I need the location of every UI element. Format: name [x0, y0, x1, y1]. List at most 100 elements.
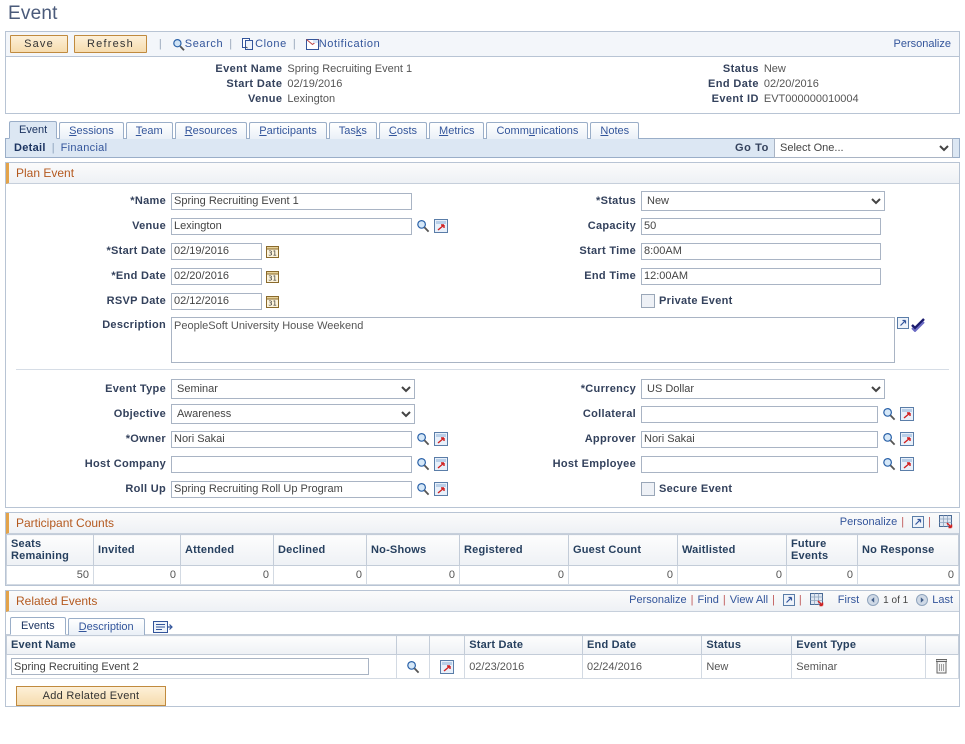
secure-event-checkbox[interactable]	[641, 482, 655, 496]
clone-link[interactable]: Clone	[255, 38, 287, 50]
tab-metrics[interactable]: Metrics	[429, 122, 484, 139]
related-events-expand-icon[interactable]	[783, 594, 795, 606]
pager-last-link[interactable]: Last	[932, 594, 953, 606]
end-time-input[interactable]	[641, 268, 881, 285]
related-event-lookup-icon[interactable]	[406, 660, 420, 674]
col-seats-remaining[interactable]: Seats Remaining	[7, 535, 94, 566]
related-event-name-input[interactable]	[11, 658, 369, 675]
col-invited[interactable]: Invited	[94, 535, 181, 566]
col-registered[interactable]: Registered	[460, 535, 569, 566]
start-date-input[interactable]	[171, 243, 262, 260]
collateral-lookup-icon[interactable]	[882, 407, 896, 421]
subtab-detail[interactable]: Detail	[14, 142, 46, 154]
tab-resources[interactable]: Resources	[175, 122, 248, 139]
goto-select[interactable]: Select One...	[774, 138, 953, 158]
roll-up-input[interactable]	[171, 481, 412, 498]
related-tab-events[interactable]: Events	[10, 617, 66, 635]
related-events-view-all-link[interactable]: View All	[730, 594, 768, 606]
search-icon[interactable]	[172, 38, 185, 51]
end-date-input[interactable]	[171, 268, 262, 285]
col-event-type[interactable]: Event Type	[792, 636, 925, 655]
col-attended[interactable]: Attended	[181, 535, 274, 566]
related-tab-description[interactable]: Description	[68, 618, 145, 635]
pager-first-link[interactable]: First	[838, 594, 859, 606]
search-link[interactable]: Search	[185, 38, 223, 50]
col-waitlisted[interactable]: Waitlisted	[678, 535, 787, 566]
venue-lookup-icon[interactable]	[416, 219, 430, 233]
subtab-financial[interactable]: Financial	[61, 142, 108, 154]
col-event-name[interactable]: Event Name	[7, 636, 397, 655]
col-status[interactable]: Status	[702, 636, 792, 655]
add-related-event-button[interactable]: Add Related Event	[16, 686, 166, 706]
refresh-button[interactable]: Refresh	[74, 35, 147, 53]
owner-lookup-icon[interactable]	[416, 432, 430, 446]
roll-up-lookup-icon[interactable]	[416, 482, 430, 496]
tab-team[interactable]: Team	[126, 122, 173, 139]
approver-new-window-icon[interactable]	[900, 432, 914, 446]
summary-left-column: Event Name Spring Recruiting Event 1 Sta…	[6, 62, 483, 107]
notification-link[interactable]: Notification	[319, 38, 381, 50]
status-select[interactable]: New	[641, 191, 885, 211]
venue-input[interactable]	[171, 218, 412, 235]
name-input[interactable]	[171, 193, 412, 210]
start-date-calendar-icon[interactable]: 31	[266, 245, 279, 258]
summary-row: Venue Lexington	[6, 92, 483, 107]
host-company-lookup-icon[interactable]	[416, 457, 430, 471]
approver-input[interactable]	[641, 431, 878, 448]
pager-next-icon[interactable]	[916, 594, 928, 606]
host-employee-lookup-icon[interactable]	[882, 457, 896, 471]
capacity-input[interactable]	[641, 218, 881, 235]
rsvp-date-calendar-icon[interactable]: 31	[266, 295, 279, 308]
show-all-columns-icon[interactable]	[153, 621, 173, 634]
tab-tasks[interactable]: Tasks	[329, 122, 377, 139]
clone-icon[interactable]	[242, 38, 255, 51]
tab-sessions[interactable]: Sessions	[59, 122, 124, 139]
description-textarea[interactable]	[171, 317, 895, 363]
tab-notes[interactable]: Notes	[590, 122, 639, 139]
save-button[interactable]: Save	[10, 35, 68, 53]
related-events-find-link[interactable]: Find	[697, 594, 718, 606]
venue-new-window-icon[interactable]	[434, 219, 448, 233]
col-future-events[interactable]: Future Events	[787, 535, 858, 566]
start-time-input[interactable]	[641, 243, 881, 260]
tab-costs[interactable]: Costs	[379, 122, 427, 139]
host-employee-new-window-icon[interactable]	[900, 457, 914, 471]
col-guest-count[interactable]: Guest Count	[569, 535, 678, 566]
participant-counts-personalize-link[interactable]: Personalize	[840, 516, 897, 528]
roll-up-new-window-icon[interactable]	[434, 482, 448, 496]
end-date-calendar-icon[interactable]: 31	[266, 270, 279, 283]
approver-lookup-icon[interactable]	[882, 432, 896, 446]
owner-new-window-icon[interactable]	[434, 432, 448, 446]
private-event-checkbox[interactable]	[641, 294, 655, 308]
owner-input[interactable]	[171, 431, 412, 448]
col-no-response[interactable]: No Response	[858, 535, 959, 566]
rsvp-date-input[interactable]	[171, 293, 262, 310]
personalize-page-link[interactable]: Personalize	[894, 38, 951, 50]
spell-check-icon[interactable]	[911, 317, 926, 332]
currency-select[interactable]: US Dollar	[641, 379, 885, 399]
related-events-personalize-link[interactable]: Personalize	[629, 594, 686, 606]
participant-counts-expand-icon[interactable]	[912, 516, 924, 528]
event-type-select[interactable]: Seminar	[171, 379, 415, 399]
col-start-date[interactable]: Start Date	[465, 636, 583, 655]
collateral-input[interactable]	[641, 406, 878, 423]
related-event-new-window-icon[interactable]	[440, 660, 454, 674]
host-company-new-window-icon[interactable]	[434, 457, 448, 471]
host-company-input[interactable]	[171, 456, 412, 473]
participant-counts-header: Participant Counts Personalize | |	[6, 513, 959, 534]
host-employee-input[interactable]	[641, 456, 878, 473]
participant-counts-download-spreadsheet-icon[interactable]	[939, 515, 953, 529]
pager-previous-icon[interactable]	[867, 594, 879, 606]
objective-select[interactable]: Awareness	[171, 404, 415, 424]
col-end-date[interactable]: End Date	[582, 636, 701, 655]
collateral-new-window-icon[interactable]	[900, 407, 914, 421]
related-events-download-spreadsheet-icon[interactable]	[810, 593, 824, 607]
description-expand-icon[interactable]	[897, 317, 909, 329]
col-no-shows[interactable]: No-Shows	[367, 535, 460, 566]
tab-communications[interactable]: Communications	[486, 122, 588, 139]
tab-event[interactable]: Event	[9, 121, 57, 139]
tab-participants[interactable]: Participants	[249, 122, 326, 139]
notification-icon[interactable]	[306, 39, 319, 50]
delete-row-icon[interactable]	[936, 659, 947, 674]
col-declined[interactable]: Declined	[274, 535, 367, 566]
